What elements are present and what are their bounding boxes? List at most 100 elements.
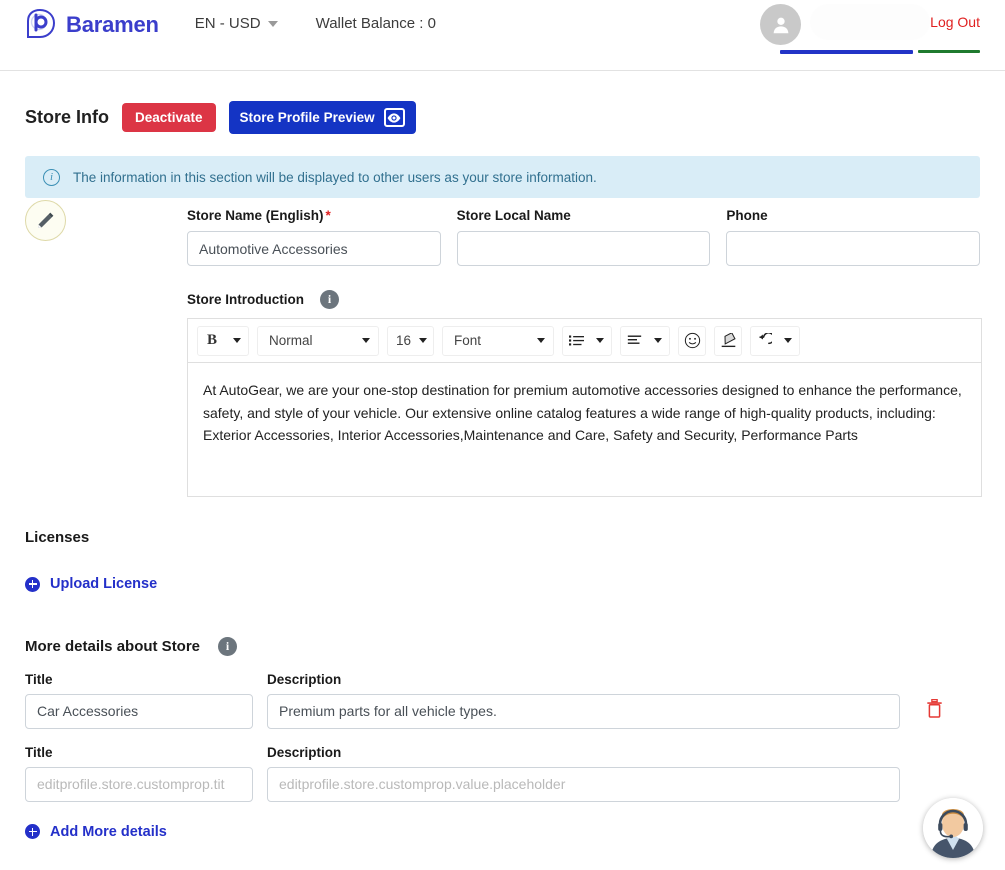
avatar[interactable] [760,4,801,45]
logout-link[interactable]: Log Out [930,14,980,30]
font-size-select[interactable]: 16 [387,325,434,356]
brand-logo-block[interactable]: Baramen [24,8,159,42]
clear-format-eraser-icon[interactable] [715,327,741,355]
more-details-title: More details about Store [25,637,201,655]
undo-options-chevron-down-icon[interactable] [777,327,799,355]
info-circle-icon: i [43,168,60,186]
store-introduction-text[interactable]: At AutoGear, we are your one-stop destin… [187,362,982,497]
font-family-select-control[interactable]: Font [443,327,553,355]
chevron-down-icon [362,338,370,343]
header-right-group: Log Out [705,0,1005,71]
detail-row-spacer [922,766,946,802]
chevron-down-icon [267,20,278,27]
table-row: Title Description [25,672,980,729]
list-options-chevron-down-icon[interactable] [589,327,611,355]
detail-title-input[interactable] [25,766,253,802]
delete-detail-button[interactable] [922,693,946,729]
add-more-details-label: Add More details [50,823,167,840]
detail-description-group: Description [267,672,900,729]
store-name-label: Store Name (English) * [187,208,441,223]
phone-field-group: Phone [726,208,981,266]
detail-title-group: Title [25,745,253,802]
detail-description-input[interactable] [267,766,900,802]
page-title: Store Info [25,107,109,127]
store-form-area: Store Name (English)* Store Local Name P… [25,198,982,497]
deactivate-button[interactable]: Deactivate [122,103,216,132]
licenses-title: Licenses [25,529,90,546]
store-introduction-header: Store Introduction i [187,290,980,309]
store-introduction-label: Store Introduction [187,292,304,307]
bullet-list-icon[interactable] [563,327,589,355]
store-name-label-text: Store Name (English) [187,208,324,223]
info-icon[interactable]: i [218,636,238,656]
form-fields: Store Name (English)* Store Local Name P… [187,198,982,497]
eraser-group [714,325,742,356]
font-family-select[interactable]: Font [442,325,554,356]
language-currency-label: EN - USD [194,15,261,32]
user-avatar-icon [770,14,792,36]
support-chat-button[interactable] [923,798,983,858]
upload-license-label: Upload License [50,576,158,592]
store-info-header: Store Info Deactivate Store Profile Prev… [25,101,980,134]
undo-group [750,325,800,356]
trash-delete-icon [926,698,943,723]
info-icon[interactable]: i [320,290,339,309]
header-accent-bar-green [918,50,980,53]
more-details-header: More details about Store i [25,636,980,656]
heading-select[interactable]: Normal [257,325,379,356]
required-asterisk: * [325,208,331,223]
heading-select-control[interactable]: Normal [258,327,378,355]
phone-label: Phone [726,208,768,223]
language-currency-selector[interactable]: EN - USD [195,15,278,32]
undo-arrow-icon[interactable] [751,327,777,355]
chevron-down-icon [419,338,427,343]
store-name-input[interactable] [187,231,441,266]
upload-license-button[interactable]: Upload License [25,576,157,592]
app-header: Baramen EN - USD Wallet Balance : 0 Log … [0,0,1005,71]
phone-input[interactable] [726,231,981,266]
chevron-down-icon [537,338,545,343]
info-alert-text: The information in this section will be … [73,169,597,185]
store-logo-edit-button[interactable] [25,200,66,241]
bold-group: B [197,325,249,356]
heading-select-value: Normal [269,333,313,348]
align-options-chevron-down-icon[interactable] [647,327,669,355]
emoji-group [678,325,706,356]
support-agent-avatar-icon [923,798,983,858]
bold-options-chevron-down-icon[interactable] [226,327,248,355]
font-size-select-control[interactable]: 16 [388,327,433,355]
eye-icon [383,108,405,127]
store-local-name-field-group: Store Local Name [456,208,711,266]
plus-circle-icon [25,576,40,592]
wallet-balance: Wallet Balance : 0 [315,15,436,32]
plus-circle-icon [25,824,40,839]
store-local-name-label: Store Local Name [456,208,571,223]
brand-name: Baramen [66,12,159,37]
detail-description-input[interactable] [267,693,900,729]
store-profile-preview-label: Store Profile Preview [239,110,375,125]
add-more-details-button[interactable]: Add More details [25,824,167,840]
list-group [562,325,612,356]
font-size-value: 16 [396,333,412,348]
detail-description-label: Description [267,671,342,687]
emoji-smiley-icon[interactable] [679,327,705,355]
detail-description-group: Description [267,745,900,802]
store-name-field-group: Store Name (English) * [187,208,441,266]
user-name-pill [810,4,930,40]
info-alert: i The information in this section will b… [25,156,980,198]
page-content: Store Info Deactivate Store Profile Prev… [0,101,1005,844]
store-local-name-input[interactable] [456,231,711,266]
baramen-b-logo-icon [24,8,58,42]
detail-title-input[interactable] [25,693,253,729]
align-group [620,325,670,356]
detail-title-label: Title [25,744,53,760]
table-row: Title Description [25,745,980,802]
align-left-icon[interactable] [621,327,647,355]
bold-icon[interactable]: B [198,327,226,355]
header-accent-bar-blue [780,50,913,54]
pencil-edit-icon [35,210,56,231]
font-family-value: Font [454,333,482,348]
store-introduction-editor: B Normal 16 Font At AutoGear, we are you… [187,318,982,497]
store-profile-preview-button[interactable]: Store Profile Preview [228,101,416,134]
detail-description-label: Description [267,744,342,760]
